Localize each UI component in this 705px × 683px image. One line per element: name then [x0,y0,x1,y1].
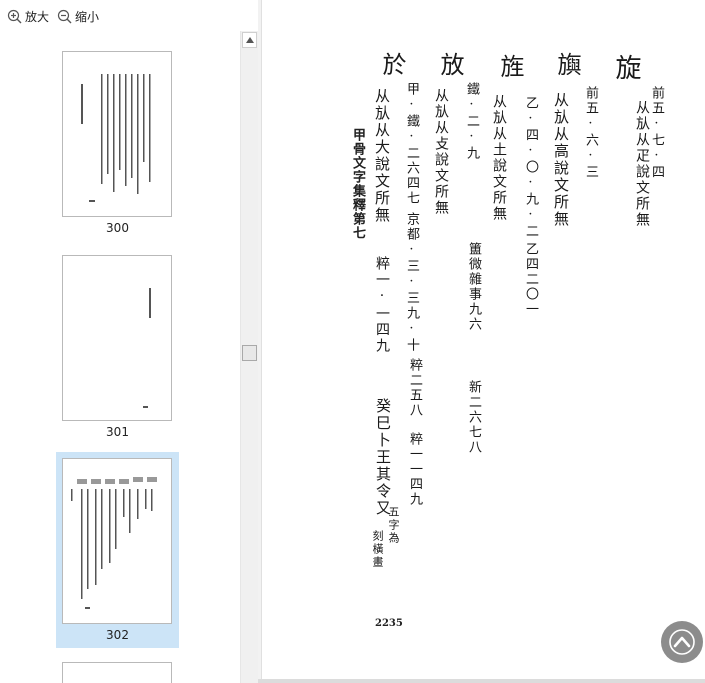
head-character: 旌 [496,54,524,80]
zoom-out-label: 缩小 [75,9,100,24]
zoom-in-label: 放大 [25,9,50,24]
zoom-toolbar: 放大 缩小 [0,0,258,31]
handwritten-column: 从㫃从土說文所無 [491,94,507,222]
handwritten-column: 甲·鐵·二六四七 [404,82,419,206]
thumbnail-item[interactable]: 300 [56,47,179,235]
handwritten-column: 前五·七·四 [649,86,664,180]
thumbnail-page [62,51,172,217]
head-character: 放 [436,52,464,78]
handwritten-column: 从㫃从疋說文所無 [634,100,650,228]
handwritten-column: 从㫃从大說文所無 [373,88,391,224]
handwritten-column: 京都·三·三九·十 [404,212,419,353]
zoom-in-button[interactable]: 放大 [7,6,49,26]
thumbnail-page [62,662,172,683]
head-character: 旋 [611,54,641,82]
handwritten-column: 乙四二〇一 [523,242,538,317]
thumbnail-page [62,255,172,421]
handwritten-column: 五字為 [387,506,400,545]
thumbnail-panel: 放大 缩小 300 301 302 [0,0,259,683]
handwritten-column: 粹一·一四九 [374,256,390,354]
handwritten-column: 癸巳卜王其令又 [374,398,392,517]
back-to-top-button[interactable] [661,621,703,663]
thumbnail-preview [71,477,157,609]
printed-running-title: 甲骨文字集釋第七 [350,128,365,240]
handwritten-column: 乙·四·〇·九·二 [523,96,538,239]
handwritten-column: 刻橫畫 [371,530,384,569]
handwritten-column: 从㫃从攴說文所無 [433,88,449,216]
arrow-up-icon [245,37,254,43]
zoom-out-icon [57,9,72,23]
thumbnail-page-number: 301 [106,425,129,439]
thumbnail-page [62,458,172,624]
page-number: 2235 [375,618,403,629]
thumbnail-item[interactable]: 301 [56,251,179,439]
thumbnail-item-selected[interactable]: 302 [56,452,179,648]
page-separator [258,679,705,683]
handwritten-column: 新二六七八 [466,380,481,455]
handwritten-column: 粹一一四九 [407,432,422,507]
thumbnail-preview [143,288,151,408]
document-page: 旋 从㫃从疋說文所無 前五·七·四 旟 从㫃从高說文所無 前五·六·三 旌 从㫃… [261,0,705,679]
thumbnail-scrollbar[interactable] [240,31,258,683]
document-view[interactable]: 旋 从㫃从疋說文所無 前五·七·四 旟 从㫃从高說文所無 前五·六·三 旌 从㫃… [258,0,705,683]
handwritten-column: 从㫃从高說文所無 [552,92,570,228]
thumbnail-item[interactable] [56,660,179,683]
scroll-up-button[interactable] [242,32,257,48]
thumbnail-preview [81,74,151,202]
zoom-in-icon [7,9,22,23]
zoom-out-button[interactable]: 缩小 [57,6,99,26]
head-character: 旟 [553,52,581,78]
chevron-up-icon [669,629,695,655]
scrollbar-thumb[interactable] [242,345,257,361]
handwritten-column: 簠微雜事九六 [466,242,481,332]
thumbnail-list: 300 301 302 [0,31,240,683]
handwritten-column: 鐵·二·九 [464,82,479,161]
handwritten-column: 粹二五八 [407,358,422,418]
thumbnail-page-number: 300 [106,221,129,235]
thumbnail-page-number: 302 [106,628,129,642]
handwritten-column: 前五·六·三 [583,86,598,180]
head-character: 於 [378,52,406,78]
